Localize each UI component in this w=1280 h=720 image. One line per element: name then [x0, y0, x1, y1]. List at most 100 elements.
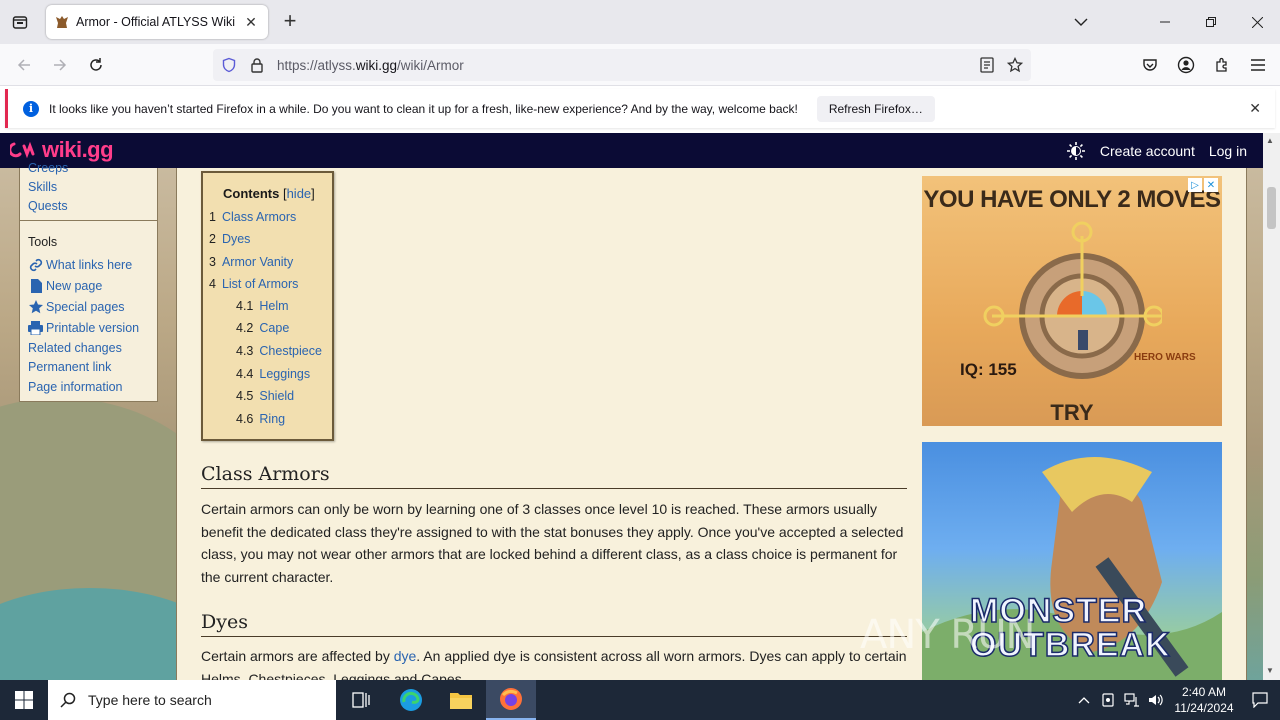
toc-item[interactable]: 1 Class Armors: [209, 210, 296, 224]
toc-number: 4.4: [236, 367, 254, 381]
anyrun-watermark: ANY RUN: [860, 612, 1035, 658]
tab-bar: Armor - Official ATLYSS Wiki ✕ +: [0, 0, 1280, 44]
scrollbar-thumb[interactable]: [1267, 187, 1276, 229]
firefox-view-icon[interactable]: [8, 10, 32, 34]
taskbar-search[interactable]: Type here to search: [48, 680, 336, 720]
ad-brand-text: HERO WARS: [1134, 352, 1196, 363]
action-center-icon[interactable]: [1240, 680, 1280, 720]
create-account-link[interactable]: Create account: [1100, 143, 1195, 159]
ad-choices-icon[interactable]: ▷: [1188, 178, 1202, 192]
search-icon: [48, 692, 88, 708]
show-hidden-icons-chevron-icon[interactable]: [1072, 680, 1096, 720]
theme-toggle-icon[interactable]: [1066, 141, 1086, 161]
tool-label: Printable version: [46, 320, 140, 335]
url-text[interactable]: https://atlyss.wiki.gg/wiki/Armor: [277, 58, 464, 73]
toc-hide-link[interactable]: hide: [287, 186, 312, 201]
logo-text: wiki.gg: [42, 137, 114, 162]
scroll-down-icon[interactable]: ▼: [1266, 666, 1274, 675]
url-host: wiki.gg: [355, 57, 398, 73]
page-scrollbar[interactable]: ▲ ▼: [1263, 133, 1280, 680]
tab-close-icon[interactable]: ✕: [242, 13, 260, 31]
toc-number: 1: [209, 210, 216, 224]
site-header: wiki.gg Create account Log in: [0, 133, 1263, 168]
reader-view-icon[interactable]: [977, 55, 997, 75]
info-icon: i: [23, 100, 39, 117]
toc-item[interactable]: 4.6 Ring: [236, 412, 285, 426]
toc-item[interactable]: 3 Armor Vanity: [209, 255, 293, 269]
tool-new-page[interactable]: New page: [28, 278, 102, 293]
windows-start-icon[interactable]: [0, 680, 48, 720]
tool-label: What links here: [46, 257, 133, 272]
toc-item[interactable]: 4.5 Shield: [236, 389, 294, 403]
ad-try-button[interactable]: TRY: [922, 400, 1222, 426]
star-icon: [28, 299, 43, 314]
minimize-button[interactable]: [1142, 0, 1188, 44]
page-icon: [28, 278, 43, 293]
url-bar[interactable]: https://atlyss.wiki.gg/wiki/Armor: [213, 49, 1031, 81]
volume-icon[interactable]: [1144, 680, 1168, 720]
url-prefix: https://atlyss.: [277, 57, 356, 73]
tool-label: New page: [46, 278, 103, 293]
reload-button[interactable]: [84, 53, 108, 77]
scroll-up-icon[interactable]: ▲: [1266, 136, 1274, 145]
tracking-protection-shield-icon[interactable]: [219, 55, 239, 75]
tool-printable-version[interactable]: Printable version: [28, 320, 139, 335]
toc-link: Helm: [259, 299, 289, 313]
forward-button[interactable]: [48, 53, 72, 77]
new-tab-button[interactable]: +: [279, 10, 301, 33]
toc-item[interactable]: 4.4 Leggings: [236, 367, 310, 381]
search-placeholder: Type here to search: [88, 692, 212, 708]
system-clock[interactable]: 2:40 AM 11/24/2024: [1168, 684, 1240, 716]
advertisement-hero-wars[interactable]: YOU HAVE ONLY 2 MOVES IQ: 155 HERO WARS …: [922, 176, 1222, 426]
active-tab[interactable]: Armor - Official ATLYSS Wiki ✕: [46, 5, 268, 39]
toc-title: Contents [hide]: [223, 186, 315, 201]
toc-link: Ring: [259, 412, 286, 426]
ad-iq-text: IQ: 155: [960, 360, 1017, 379]
sidebar-item-quests[interactable]: Quests: [28, 199, 68, 213]
file-explorer-icon[interactable]: [436, 680, 486, 720]
tool-special-pages[interactable]: Special pages: [28, 299, 125, 314]
tool-permanent-link[interactable]: Permanent link: [28, 360, 111, 374]
back-button[interactable]: [12, 53, 36, 77]
lock-icon[interactable]: [247, 55, 267, 75]
bookmark-star-icon[interactable]: [1005, 55, 1025, 75]
tool-page-information[interactable]: Page information: [28, 380, 123, 394]
extensions-icon[interactable]: [1210, 53, 1234, 77]
list-all-tabs-icon[interactable]: [1070, 12, 1092, 32]
network-icon[interactable]: [1120, 680, 1144, 720]
sidebar-item-skills[interactable]: Skills: [28, 180, 57, 194]
toc-item[interactable]: 4.1 Helm: [236, 299, 289, 313]
wiki-gg-logo[interactable]: wiki.gg: [10, 137, 114, 163]
close-window-button[interactable]: [1234, 0, 1280, 44]
clock-date: 11/24/2024: [1174, 701, 1234, 715]
toc-number: 4.6: [236, 412, 254, 426]
account-icon[interactable]: [1174, 53, 1198, 77]
sidebar-item-creeps[interactable]: Creeps: [28, 161, 68, 175]
dyes-text: Certain armors are affected by: [201, 648, 394, 664]
restore-button[interactable]: [1188, 0, 1234, 44]
firefox-taskbar-icon[interactable]: [486, 680, 536, 720]
toc-item[interactable]: 4 List of Armors: [209, 277, 298, 291]
notification-close-icon[interactable]: ✕: [1249, 100, 1261, 117]
refresh-firefox-button[interactable]: Refresh Firefox…: [816, 95, 935, 122]
toc-item[interactable]: 4.3 Chestpiece: [236, 344, 322, 358]
toc-number: 3: [209, 255, 216, 269]
log-in-link[interactable]: Log in: [1209, 143, 1247, 159]
edge-browser-icon[interactable]: [386, 680, 436, 720]
task-view-icon[interactable]: [336, 680, 386, 720]
tools-heading: Tools: [28, 235, 58, 249]
dye-link[interactable]: dye: [394, 648, 417, 664]
tool-related-changes[interactable]: Related changes: [28, 341, 122, 355]
ad-close-icon[interactable]: ✕: [1204, 178, 1218, 192]
device-icon[interactable]: [1096, 680, 1120, 720]
toc-item[interactable]: 2 Dyes: [209, 232, 250, 246]
menu-hamburger-icon[interactable]: [1246, 53, 1270, 77]
toc-number: 4.1: [236, 299, 254, 313]
sidebar: Creeps Skills Quests Tools What links he…: [19, 161, 158, 402]
pocket-icon[interactable]: [1138, 53, 1162, 77]
heading-class-armors: Class Armors: [201, 463, 907, 489]
toc-item[interactable]: 4.2 Cape: [236, 321, 289, 335]
toc-number: 4.3: [236, 344, 254, 358]
refresh-firefox-notification: i It looks like you haven’t started Fire…: [5, 89, 1275, 128]
tool-what-links-here[interactable]: What links here: [28, 257, 132, 272]
